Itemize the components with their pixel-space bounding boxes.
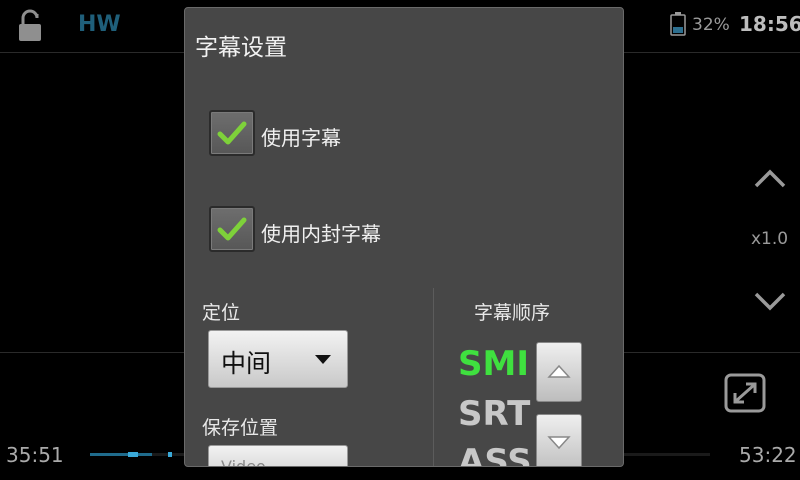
use-subtitles-checkbox[interactable] bbox=[209, 110, 255, 156]
subtitle-settings-dialog: 字幕设置 使用字幕 使用内封字幕 定位 中间 保存位置 Video 字幕顺序 S… bbox=[184, 7, 624, 467]
time-elapsed: 35:51 bbox=[6, 443, 64, 467]
use-embedded-subtitles-checkbox[interactable] bbox=[209, 206, 255, 252]
triangle-down-icon bbox=[547, 436, 571, 450]
use-subtitles-label: 使用字幕 bbox=[261, 126, 341, 150]
subtitle-order-item-smi[interactable]: SMI bbox=[458, 344, 529, 384]
clock: 18:56 bbox=[739, 12, 800, 36]
subtitle-order-label: 字幕顺序 bbox=[474, 302, 551, 324]
use-embedded-subtitles-row[interactable]: 使用内封字幕 bbox=[209, 206, 509, 252]
position-value: 中间 bbox=[221, 349, 272, 378]
checkmark-icon bbox=[217, 217, 247, 241]
use-embedded-subtitles-label: 使用内封字幕 bbox=[261, 222, 381, 246]
dialog-title: 字幕设置 bbox=[195, 35, 287, 61]
use-subtitles-row[interactable]: 使用字幕 bbox=[209, 110, 509, 156]
move-up-button[interactable] bbox=[536, 342, 582, 402]
hw-decoder-label[interactable]: HW bbox=[78, 12, 121, 37]
lock-icon[interactable] bbox=[14, 8, 50, 44]
column-divider bbox=[433, 288, 434, 466]
chevron-up-icon[interactable] bbox=[752, 166, 788, 190]
triangle-up-icon bbox=[547, 364, 571, 378]
move-down-button[interactable] bbox=[536, 414, 582, 466]
fullscreen-icon[interactable] bbox=[724, 373, 766, 413]
save-location-label: 保存位置 bbox=[202, 417, 279, 439]
seek-marker bbox=[128, 452, 138, 457]
battery-icon bbox=[670, 12, 686, 36]
subtitle-order-item-ass[interactable]: ASS bbox=[458, 442, 532, 466]
chevron-down-icon[interactable] bbox=[752, 290, 788, 314]
time-total: 53:22 bbox=[739, 443, 797, 467]
battery-percent: 32% bbox=[692, 15, 730, 35]
save-location-dropdown[interactable]: Video bbox=[208, 445, 348, 467]
checkmark-icon bbox=[217, 121, 247, 145]
seek-marker bbox=[168, 452, 172, 457]
subtitle-order-item-srt[interactable]: SRT bbox=[458, 394, 530, 434]
position-label: 定位 bbox=[202, 302, 241, 324]
position-dropdown[interactable]: 中间 bbox=[208, 330, 348, 388]
playback-speed: x1.0 bbox=[751, 229, 789, 249]
save-location-value: Video bbox=[221, 457, 266, 467]
dropdown-arrow-icon bbox=[315, 355, 331, 364]
seek-bar-buffer bbox=[90, 453, 152, 456]
